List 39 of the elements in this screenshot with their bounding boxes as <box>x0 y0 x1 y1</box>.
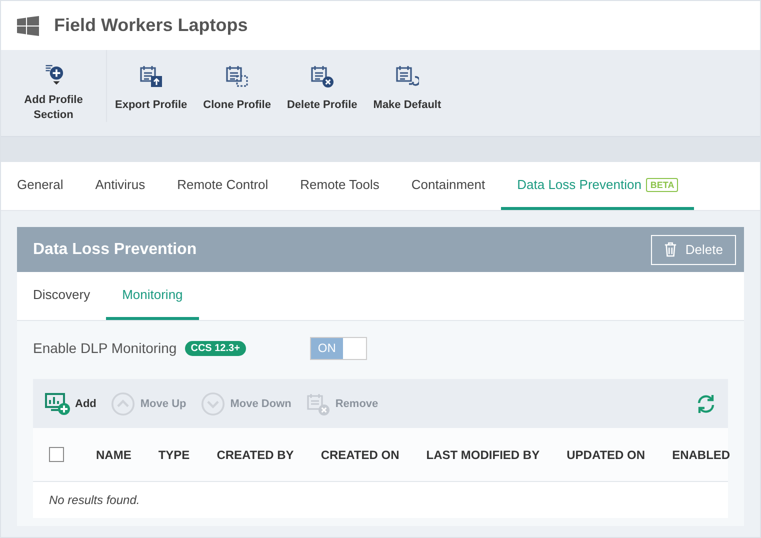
toolbar-button[interactable]: Delete Profile <box>278 64 366 112</box>
tab[interactable]: Data Loss Prevention BETA <box>501 162 694 210</box>
version-badge: CCS 12.3+ <box>184 340 246 356</box>
windows-logo-icon <box>17 16 39 36</box>
chevron-down-icon <box>200 392 226 416</box>
tab[interactable]: Remote Control <box>161 162 284 210</box>
tab[interactable]: General <box>1 162 80 210</box>
toolbar-button[interactable]: Clone Profile <box>195 64 279 112</box>
beta-badge: BETA <box>646 178 678 192</box>
remove-icon <box>305 392 332 416</box>
empty-message: No results found. <box>49 493 140 507</box>
panel-title: Data Loss Prevention <box>33 240 197 258</box>
tab[interactable]: Remote Tools <box>284 162 396 210</box>
column-header: NAME <box>96 448 132 462</box>
tab[interactable]: Containment <box>395 162 502 210</box>
refresh-icon[interactable] <box>696 394 716 414</box>
setting-label: Enable DLP Monitoring <box>33 340 177 356</box>
column-header: CREATED BY <box>216 448 294 462</box>
column-header: LAST MODIFIED BY <box>426 448 540 462</box>
export-icon <box>139 64 164 88</box>
trash-icon <box>664 242 678 257</box>
column-header: ENABLED <box>672 448 730 462</box>
make-default-icon <box>395 64 420 88</box>
chevron-up-icon <box>110 392 136 416</box>
toolbar-button[interactable]: Make Default <box>365 64 450 112</box>
tab[interactable]: Antivirus <box>79 162 162 210</box>
column-header: UPDATED ON <box>566 448 646 462</box>
action-button[interactable]: Add <box>45 392 96 416</box>
select-all-checkbox[interactable] <box>49 447 64 462</box>
add-monitor-icon <box>45 392 71 416</box>
delete-icon <box>310 64 334 88</box>
column-header: TYPE <box>158 448 190 462</box>
toolbar-button[interactable]: Export Profile <box>107 64 196 112</box>
page-title: Field Workers Laptops <box>54 15 248 36</box>
sub-tab[interactable]: Discovery <box>17 272 106 320</box>
toolbar-button[interactable]: Add Profile Section <box>1 50 107 122</box>
sub-tab[interactable]: Monitoring <box>106 272 199 320</box>
clone-icon <box>225 64 250 88</box>
column-header: CREATED ON <box>320 448 400 462</box>
